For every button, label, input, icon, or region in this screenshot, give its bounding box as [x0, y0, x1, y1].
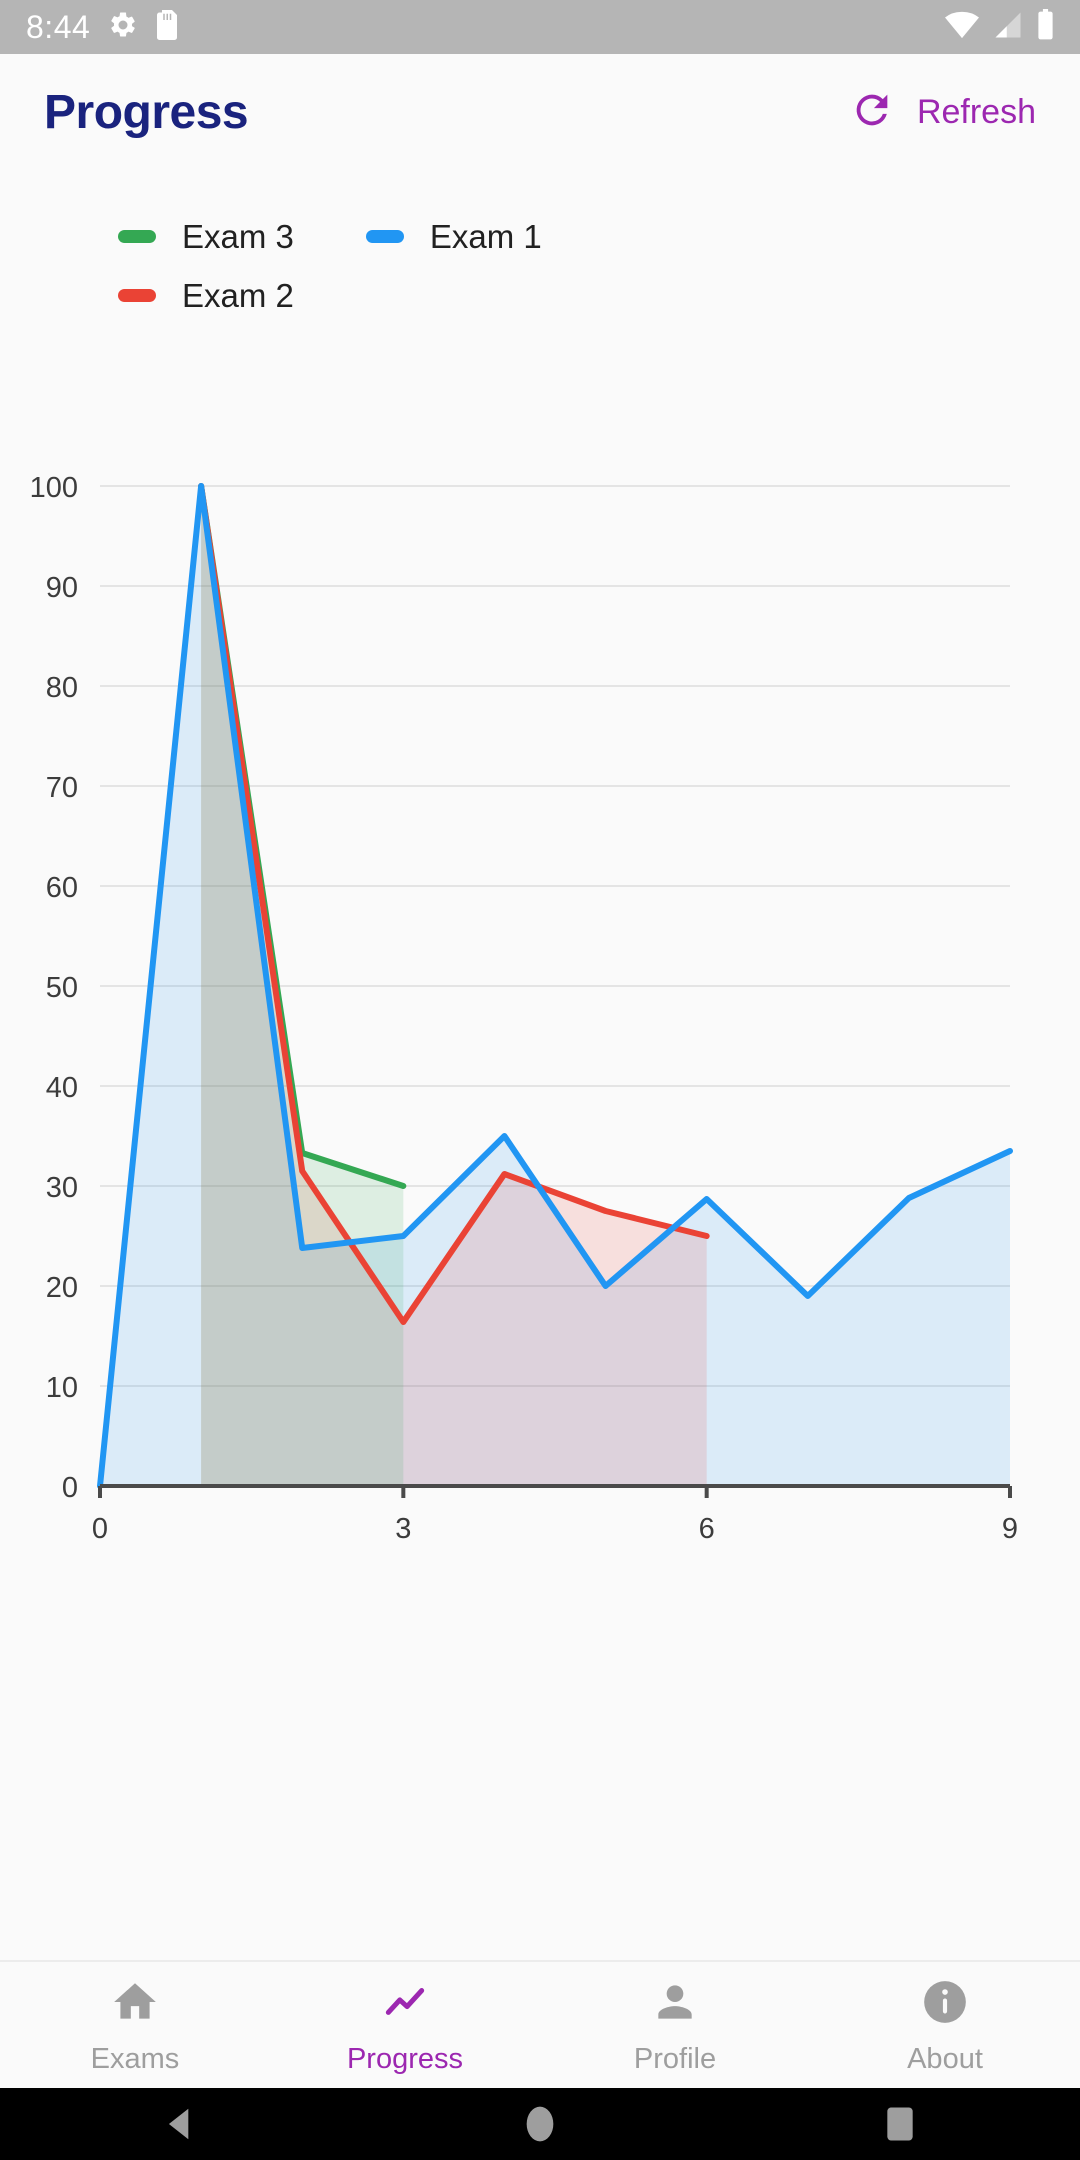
y-axis-tick-label: 30: [46, 1172, 78, 1204]
x-axis-tick-label: 6: [699, 1513, 715, 1545]
legend-item-exam-1[interactable]: Exam 1: [365, 218, 542, 255]
person-icon: [650, 1977, 700, 2032]
app-bar-actions: Refresh: [849, 87, 1036, 138]
legend-swatch-exam-1: [365, 230, 404, 243]
info-icon: [920, 1977, 970, 2032]
y-axis-tick-label: 40: [46, 1072, 78, 1104]
trending-up-icon: [380, 1977, 430, 2032]
page-title: Progress: [44, 85, 249, 139]
y-axis-tick-label: 10: [46, 1372, 78, 1404]
legend-item-exam-2[interactable]: Exam 2: [118, 279, 294, 312]
nav-label-about: About: [907, 2042, 983, 2075]
y-axis-tick-label: 0: [62, 1472, 78, 1504]
legend-row: Exam 3 Exam 1: [118, 220, 1080, 253]
y-axis-tick-label: 90: [46, 572, 78, 604]
status-bar: 8:44: [0, 0, 1080, 54]
battery-icon: [1037, 9, 1054, 45]
nav-item-exams[interactable]: Exams: [0, 1962, 270, 2088]
android-system-nav: [0, 2088, 1080, 2160]
legend-swatch-exam-3: [118, 230, 156, 243]
bottom-navigation: Exams Progress Profile About: [0, 1960, 1080, 2088]
y-axis-tick-label: 20: [46, 1272, 78, 1304]
refresh-button[interactable]: Refresh: [849, 87, 1036, 138]
legend-row: Exam 2: [118, 279, 1080, 312]
x-axis-tick-label: 0: [92, 1513, 108, 1545]
nav-item-progress[interactable]: Progress: [270, 1962, 540, 2088]
legend-label-exam-3: Exam 3: [182, 218, 294, 255]
y-axis-tick-label: 70: [46, 772, 78, 804]
nav-label-profile: Profile: [633, 2042, 717, 2075]
cell-signal-icon: [993, 10, 1023, 45]
status-bar-right: [945, 9, 1054, 45]
legend-label-exam-2: Exam 2: [182, 277, 294, 314]
y-axis-tick-label: 80: [46, 672, 78, 704]
status-bar-left: 8:44: [26, 9, 178, 45]
refresh-icon: [849, 87, 895, 138]
x-axis-tick-label: 9: [1002, 1513, 1018, 1545]
legend-item-exam-3[interactable]: Exam 3: [118, 220, 294, 253]
home-icon: [110, 1977, 160, 2032]
refresh-label: Refresh: [916, 92, 1036, 131]
chart-plot-area[interactable]: 0 10 20 30 40 50 60 70 80 90 100 0 3 6 9: [0, 454, 1080, 1574]
wifi-icon: [945, 10, 979, 45]
back-triangle-icon[interactable]: [90, 2088, 270, 2160]
legend-swatch-exam-2: [118, 289, 156, 302]
recents-square-icon[interactable]: [810, 2088, 990, 2160]
home-circle-icon[interactable]: [450, 2088, 630, 2160]
nav-item-about[interactable]: About: [810, 1962, 1080, 2088]
y-axis-tick-label: 100: [30, 472, 78, 504]
legend-label-exam-1: Exam 1: [429, 218, 542, 255]
nav-label-progress: Progress: [346, 2042, 464, 2075]
x-axis-tick-label: 3: [395, 1513, 411, 1545]
progress-chart-card: Exam 3 Exam 1 Exam 2 0 10 20 30 40 50 60 70 80 90…: [0, 170, 1080, 1960]
status-bar-clock: 8:44: [26, 9, 91, 45]
y-axis-tick-label: 60: [46, 872, 78, 904]
sd-card-icon: [156, 9, 178, 45]
chart-legend: Exam 3 Exam 1 Exam 2: [0, 192, 1080, 312]
nav-item-profile[interactable]: Profile: [540, 1962, 810, 2088]
app-bar: Progress Refresh: [0, 54, 1080, 170]
y-axis-tick-label: 50: [46, 972, 78, 1004]
nav-label-exams: Exams: [90, 2042, 180, 2075]
line-chart-svg[interactable]: 0 10 20 30 40 50 60 70 80 90 100 0 3 6 9: [0, 454, 1080, 1574]
gear-icon: [108, 10, 138, 45]
